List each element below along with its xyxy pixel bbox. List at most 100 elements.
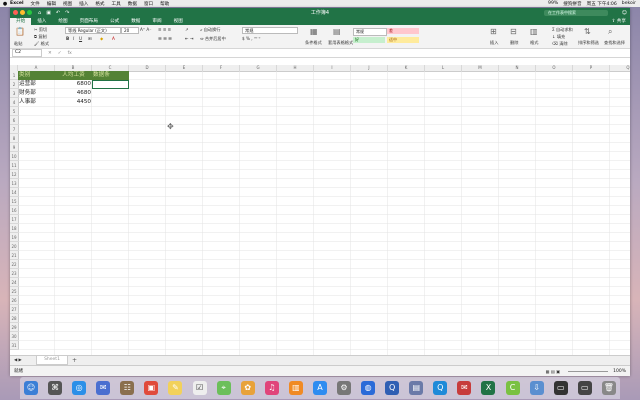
finder-icon[interactable]: ☺ bbox=[24, 381, 38, 395]
insert-cells-icon[interactable]: ⊞ bbox=[490, 27, 497, 36]
row-header[interactable]: 9 bbox=[10, 143, 18, 152]
orientation-icon[interactable]: ↗ bbox=[185, 27, 189, 32]
mail-icon[interactable]: ✉ bbox=[96, 381, 111, 395]
music-icon[interactable]: ♫ bbox=[264, 381, 279, 395]
style-neutral[interactable]: 适中 bbox=[387, 37, 419, 43]
row-header[interactable]: 12 bbox=[10, 170, 18, 179]
find-select-icon[interactable]: ⌕ bbox=[608, 27, 612, 37]
row-header[interactable]: 14 bbox=[10, 188, 18, 197]
font-size-select[interactable]: 20 bbox=[121, 27, 139, 34]
indent-icons[interactable]: ⇤ ⇥ bbox=[185, 36, 193, 41]
sheet-tab[interactable]: Sheet1 bbox=[36, 356, 68, 365]
menu-view[interactable]: 视图 bbox=[63, 1, 72, 7]
tab-review[interactable]: 审阅 bbox=[146, 18, 167, 25]
row-header[interactable]: 22 bbox=[10, 260, 18, 269]
row-header[interactable]: 28 bbox=[10, 314, 18, 323]
menu-app-name[interactable]: Excel bbox=[10, 1, 24, 6]
bold-button[interactable]: B bbox=[66, 36, 69, 41]
underline-button[interactable]: U bbox=[79, 36, 82, 41]
row-header[interactable]: 3 bbox=[10, 89, 18, 98]
format-cells-icon[interactable]: ▥ bbox=[530, 27, 538, 36]
trash-icon[interactable]: 🗑 bbox=[601, 381, 616, 395]
style-bad[interactable]: 差 bbox=[387, 28, 419, 34]
style-normal[interactable]: 常规 bbox=[353, 28, 387, 36]
downloads-icon[interactable]: ⇩ bbox=[529, 381, 544, 395]
align-top-icons[interactable]: ≡ ≡ ≡ bbox=[158, 27, 171, 32]
tab-draw[interactable]: 绘图 bbox=[52, 18, 73, 25]
table-format-label[interactable]: 套用表格格式 bbox=[328, 40, 353, 46]
row-header[interactable]: 23 bbox=[10, 269, 18, 278]
row-header[interactable]: 25 bbox=[10, 287, 18, 296]
add-sheet-button[interactable]: + bbox=[72, 357, 77, 364]
qq-icon[interactable]: Q bbox=[433, 381, 448, 395]
cancel-icon[interactable]: ✕ bbox=[48, 51, 52, 56]
sheet-search-input[interactable]: 在工作表中搜索 bbox=[544, 9, 608, 16]
row-header[interactable]: 8 bbox=[10, 134, 18, 143]
cell-area[interactable]: 类别 人均工资 数据条 运营部 6800 财务部 4680 人事部 4450 bbox=[18, 71, 630, 355]
row-header[interactable]: 2 bbox=[10, 80, 18, 89]
recent-window-2-icon[interactable]: ▭ bbox=[577, 381, 592, 395]
safari-icon[interactable]: ◎ bbox=[72, 381, 87, 395]
selected-cell-c2[interactable] bbox=[92, 80, 129, 89]
tab-insert[interactable]: 插入 bbox=[31, 18, 52, 25]
row-header[interactable]: 6 bbox=[10, 116, 18, 125]
cell-a2[interactable]: 运营部 bbox=[18, 80, 55, 89]
font-color-icon[interactable]: A bbox=[112, 36, 115, 41]
apple-icon[interactable]: ● bbox=[0, 1, 10, 7]
clear-button[interactable]: ⌫ 清除 bbox=[552, 41, 568, 47]
tab-formulas[interactable]: 公式 bbox=[104, 18, 125, 25]
preview-icon[interactable]: ▤ bbox=[409, 381, 424, 395]
fill-color-icon[interactable]: ◆ bbox=[100, 36, 103, 41]
autosum-button[interactable]: Σ 自动求和 bbox=[552, 27, 573, 33]
cell-a3[interactable]: 财务部 bbox=[18, 89, 55, 98]
row-header[interactable]: 20 bbox=[10, 242, 18, 251]
maps-icon[interactable]: ⌖ bbox=[216, 381, 231, 395]
cell-b2[interactable]: 6800 bbox=[55, 80, 92, 89]
style-good[interactable]: 好 bbox=[353, 37, 385, 43]
recent-window-icon[interactable]: ▭ bbox=[553, 381, 568, 395]
calendar-icon[interactable]: ▣ bbox=[144, 381, 159, 395]
row-header[interactable]: 21 bbox=[10, 251, 18, 260]
books-icon[interactable]: ▥ bbox=[288, 381, 303, 395]
wrap-text-button[interactable]: ⤶ 自动换行 bbox=[200, 27, 220, 33]
row-header[interactable]: 7 bbox=[10, 125, 18, 134]
find-select-label[interactable]: 查找和选择 bbox=[604, 40, 625, 46]
paste-icon[interactable]: 📋 bbox=[15, 27, 25, 36]
clock[interactable]: 周五 下午4:06 bbox=[587, 1, 617, 7]
input-method[interactable]: 搜狗拼音 bbox=[563, 1, 581, 7]
format-painter-button[interactable]: 🖌 格式 bbox=[34, 41, 49, 47]
number-format-icons[interactable]: $ % , ⁰⁰ ⁰ bbox=[242, 36, 260, 41]
row-header[interactable]: 5 bbox=[10, 107, 18, 116]
number-format-select[interactable]: 常规 bbox=[242, 27, 298, 34]
italic-button[interactable]: I bbox=[73, 36, 74, 41]
row-header[interactable]: 29 bbox=[10, 323, 18, 332]
view-mode-icons[interactable]: ▦ ▤ ▣ bbox=[545, 366, 560, 376]
font-name-select[interactable]: 等线 Regular (正文) bbox=[65, 27, 121, 34]
worksheet-grid[interactable]: ABCDEFGHIJKLMNOPQRSTUVW 1234567891011121… bbox=[10, 65, 630, 355]
share-button[interactable]: ⇪ 共享 bbox=[611, 18, 626, 25]
enter-icon[interactable]: ✓ bbox=[58, 51, 62, 56]
zoom-level[interactable]: 100% bbox=[613, 366, 626, 376]
align-left-icons[interactable]: ☰ ☰ ☰ bbox=[158, 36, 172, 41]
row-header[interactable]: 26 bbox=[10, 296, 18, 305]
sort-filter-label[interactable]: 排序和筛选 bbox=[578, 40, 599, 46]
account-icon[interactable]: ☺ bbox=[622, 10, 627, 16]
row-header[interactable]: 24 bbox=[10, 278, 18, 287]
row-header[interactable]: 19 bbox=[10, 233, 18, 242]
fill-button[interactable]: ↓ 填充 bbox=[552, 34, 565, 40]
reminders-icon[interactable]: ☑ bbox=[192, 381, 207, 395]
photos-icon[interactable]: ✿ bbox=[240, 381, 255, 395]
menu-help[interactable]: 帮助 bbox=[160, 1, 169, 7]
row-header[interactable]: 16 bbox=[10, 206, 18, 215]
system-prefs-icon[interactable]: ⚙ bbox=[337, 381, 352, 395]
row-header[interactable]: 13 bbox=[10, 179, 18, 188]
row-header[interactable]: 30 bbox=[10, 332, 18, 341]
menu-insert[interactable]: 插入 bbox=[79, 1, 88, 7]
row-header[interactable]: 18 bbox=[10, 224, 18, 233]
camtasia-icon[interactable]: C bbox=[505, 381, 520, 395]
menu-format[interactable]: 格式 bbox=[95, 1, 104, 7]
network-icon[interactable]: ◍ bbox=[361, 381, 376, 395]
menu-file[interactable]: 文件 bbox=[31, 1, 40, 7]
table-format-icon[interactable]: ▤ bbox=[333, 27, 341, 36]
excel-icon[interactable]: X bbox=[481, 381, 496, 395]
